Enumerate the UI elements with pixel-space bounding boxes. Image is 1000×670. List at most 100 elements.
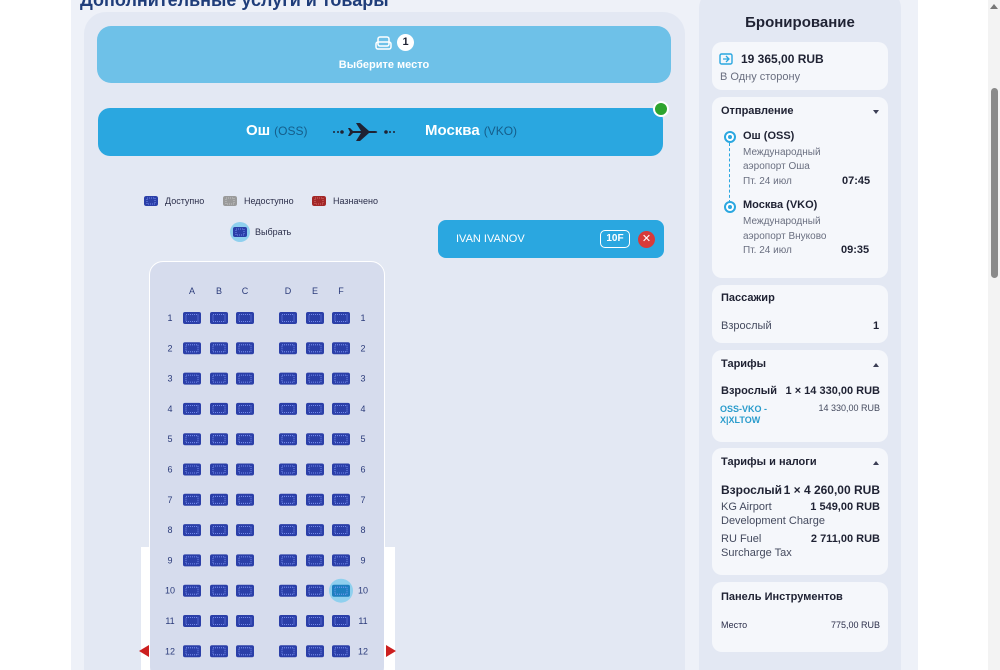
taxes-title[interactable]: Тарифы и налоги — [721, 456, 817, 468]
seat-5A[interactable] — [183, 433, 201, 446]
seat-2F[interactable] — [332, 342, 350, 355]
seat-7A[interactable] — [183, 493, 201, 506]
seat-10E[interactable] — [306, 584, 324, 597]
seat-1A[interactable] — [183, 312, 201, 324]
trip-type: В Одну сторону — [720, 71, 801, 83]
seat-5E[interactable] — [306, 433, 324, 446]
seat-11E[interactable] — [306, 615, 324, 627]
seat-11A[interactable] — [183, 615, 201, 627]
seat-5D[interactable] — [279, 433, 297, 446]
seat-1E[interactable] — [306, 312, 324, 324]
seat-6C[interactable] — [236, 463, 254, 476]
exit-right-marker — [386, 645, 396, 657]
taxes-amount: 1 × 4 260,00 RUB — [783, 483, 880, 497]
seat-1D[interactable] — [279, 312, 297, 324]
seat-12D[interactable] — [279, 645, 297, 658]
seat-6B[interactable] — [210, 463, 228, 476]
seat-2D[interactable] — [279, 342, 297, 355]
seat-7B[interactable] — [210, 493, 228, 506]
seat-4D[interactable] — [279, 402, 297, 415]
seat-11D[interactable] — [279, 615, 297, 627]
seat-6A[interactable] — [183, 463, 201, 476]
tariffs-title[interactable]: Тарифы — [721, 358, 766, 370]
seat-7D[interactable] — [279, 493, 297, 506]
tax-item-amount: 1 549,00 RUB — [810, 501, 880, 513]
seat-8D[interactable] — [279, 524, 297, 537]
seat-5F[interactable] — [332, 433, 350, 446]
seat-4C[interactable] — [236, 402, 254, 415]
seat-12F[interactable] — [332, 645, 350, 658]
seat-1F[interactable] — [332, 312, 350, 324]
scroll-up-icon[interactable] — [990, 4, 998, 9]
destination-airport-line1: Международный — [743, 216, 821, 227]
tax-item-name-line1: KG Airport — [721, 501, 772, 513]
seat-2B[interactable] — [210, 342, 228, 355]
seat-6F[interactable] — [332, 463, 350, 476]
seat-9F[interactable] — [332, 554, 350, 567]
seat-8A[interactable] — [183, 524, 201, 537]
seat-6E[interactable] — [306, 463, 324, 476]
seat-3D[interactable] — [279, 372, 297, 385]
chevron-up-icon[interactable] — [873, 461, 879, 465]
seat-2A[interactable] — [183, 342, 201, 355]
seat-11F[interactable] — [332, 615, 350, 627]
seat-7F[interactable] — [332, 493, 350, 506]
seat-9D[interactable] — [279, 554, 297, 567]
seat-11C[interactable] — [236, 615, 254, 627]
chevron-up-icon[interactable] — [873, 363, 879, 367]
seat-12C[interactable] — [236, 645, 254, 658]
seat-7C[interactable] — [236, 493, 254, 506]
seat-8F[interactable] — [332, 524, 350, 537]
seat-9B[interactable] — [210, 554, 228, 567]
select-seat-label: Выберите место — [338, 59, 430, 71]
seat-2C[interactable] — [236, 342, 254, 355]
seat-10F[interactable] — [329, 578, 353, 603]
seat-9C[interactable] — [236, 554, 254, 567]
seat-5C[interactable] — [236, 433, 254, 446]
seat-9A[interactable] — [183, 554, 201, 567]
departure-title[interactable]: Отправление — [721, 105, 794, 117]
tariff-amount: 1 × 14 330,00 RUB — [785, 385, 880, 397]
select-seat-button[interactable] — [97, 26, 671, 83]
seat-10C[interactable] — [236, 584, 254, 597]
seat-4F[interactable] — [332, 402, 350, 415]
seat-10A[interactable] — [183, 584, 201, 597]
seat-11B[interactable] — [210, 615, 228, 627]
seat-3B[interactable] — [210, 372, 228, 385]
seat-4A[interactable] — [183, 402, 201, 415]
total-price: 19 365,00 RUB — [741, 52, 824, 66]
chevron-down-icon[interactable] — [873, 110, 879, 114]
seat-3F[interactable] — [332, 372, 350, 385]
close-icon[interactable]: ✕ — [638, 231, 655, 248]
seat-5B[interactable] — [210, 433, 228, 446]
seat-9E[interactable] — [306, 554, 324, 567]
seat-6D[interactable] — [279, 463, 297, 476]
route-origin: Ош (OSS) — [246, 122, 308, 139]
seat-12A[interactable] — [183, 645, 201, 658]
seat-8C[interactable] — [236, 524, 254, 537]
seat-1B[interactable] — [210, 312, 228, 324]
seat-10B[interactable] — [210, 584, 228, 597]
seat-4E[interactable] — [306, 402, 324, 415]
seat-3C[interactable] — [236, 372, 254, 385]
seat-8E[interactable] — [306, 524, 324, 537]
destination-code: (VKO) — [483, 124, 518, 138]
seat-3A[interactable] — [183, 372, 201, 385]
seat-8B[interactable] — [210, 524, 228, 537]
seat-1C[interactable] — [236, 312, 254, 324]
passenger-seat-badge[interactable]: 10F — [600, 230, 630, 248]
tariff-type: Взрослый — [721, 385, 777, 397]
seat-12E[interactable] — [306, 645, 324, 658]
seat-10D[interactable] — [279, 584, 297, 597]
legend-available: Доступно — [144, 195, 204, 207]
route-destination: Москва (VKO) — [425, 122, 517, 139]
scrollbar-thumb[interactable] — [991, 88, 998, 278]
seat-7E[interactable] — [306, 493, 324, 506]
seat-4B[interactable] — [210, 402, 228, 415]
tax-item-amount: 2 711,00 RUB — [810, 533, 880, 545]
seat-assigned-icon — [312, 196, 326, 206]
seat-2E[interactable] — [306, 342, 324, 355]
seat-3E[interactable] — [306, 372, 324, 385]
seat-icon — [375, 36, 392, 50]
seat-12B[interactable] — [210, 645, 228, 658]
